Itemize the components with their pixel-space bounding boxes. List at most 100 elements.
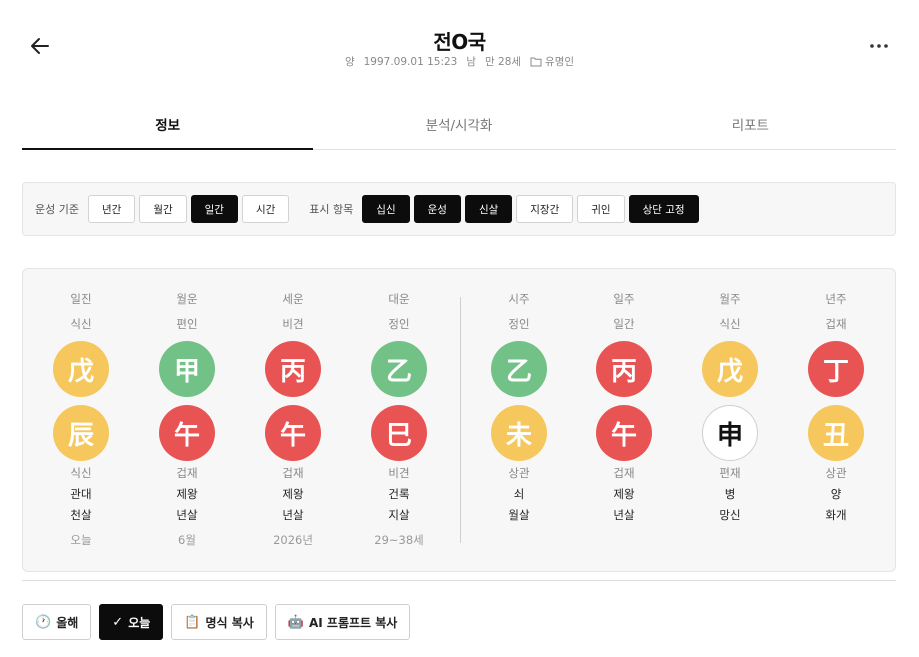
earthly-branch[interactable]: 巳 [371,405,427,461]
earthly-branch[interactable]: 午 [265,405,321,461]
basis-year-stem-button[interactable]: 년간 [87,195,136,223]
robot-icon: 🤖 [287,614,304,630]
column-label: 월운 [176,292,198,306]
today-label: 오늘 [128,615,151,630]
column-label: 일주 [613,292,635,306]
birth-datetime: 1997.09.01 15:23 [363,55,458,68]
basis-hour-stem-button[interactable]: 시간 [241,195,290,223]
display-hidden-stems-button[interactable]: 지장간 [516,195,574,223]
fortune-stage: 양 [830,487,842,501]
gender: 남 [466,56,477,68]
spirit-star: 년살 [176,508,198,522]
fortune-stage: 제왕 [176,487,198,501]
copy-ai-prompt-button[interactable]: 🤖 AI 프롬프트 복사 [274,604,411,640]
heavenly-stem[interactable]: 甲 [159,341,215,397]
this-year-label: 올해 [56,615,79,630]
tab-info[interactable]: 정보 [22,104,314,150]
earthly-branch[interactable]: 丑 [808,405,864,461]
earthly-branch[interactable]: 未 [491,405,547,461]
column-label: 월주 [719,292,741,306]
heavenly-stem[interactable]: 戊 [53,341,109,397]
earthly-branch-char: 午 [610,420,637,451]
this-year-button[interactable]: 🕐 올해 [22,604,92,640]
basis-label: 운성 기준 [35,203,79,216]
pin-top-button[interactable]: 상단 고정 [628,195,699,223]
today-button[interactable]: ✓ 오늘 [99,604,164,640]
more-options-button[interactable] [867,36,891,56]
earthly-branch[interactable]: 申 [702,405,758,461]
luck-period: 6월 [178,533,196,547]
earthly-branch-char: 午 [173,420,200,451]
page-title: 전O국 [433,30,486,54]
branch-ten-god: 상관 [825,466,847,480]
page-header: 전O국 양 1997.09.01 15:23 남 만 28세 유명인 [0,0,919,90]
branch-ten-god: 상관 [508,466,530,480]
spirit-star: 년살 [282,508,304,522]
earthly-branch-char: 午 [279,420,306,451]
basis-day-stem-button[interactable]: 일간 [190,195,238,223]
saju-chart-panel: 일진 식신 戊辰 식신 관대 천살 오늘 월운 편인 甲午 겁재 제왕 년살 6월 세운 비견 丙午 겁재 제왕 년살… [22,268,896,572]
stem-ten-god: 정인 [508,317,530,331]
tab-bar: 정보 분석/시각화 리포트 [22,104,896,150]
branch-ten-god: 식신 [70,466,92,480]
earthly-branch-char: 申 [716,420,743,451]
basis-month-stem-button[interactable]: 월간 [139,195,187,223]
fortune-stage: 제왕 [613,487,635,501]
stem-ten-god: 비견 [282,317,304,331]
heavenly-stem-char: 戊 [716,356,743,387]
branch-ten-god: 겁재 [176,466,198,480]
luck-period: 29~38세 [374,533,424,547]
luck-period: 오늘 [70,533,92,547]
spirit-star: 망신 [719,508,741,522]
column-label: 년주 [825,292,847,306]
heavenly-stem-char: 丙 [279,356,306,387]
earthly-branch-char: 未 [505,420,532,451]
heavenly-stem[interactable]: 乙 [371,341,427,397]
branch-ten-god: 겁재 [613,466,635,480]
earthly-branch[interactable]: 午 [159,405,215,461]
heavenly-stem-char: 乙 [385,356,412,387]
stem-ten-god: 편인 [176,317,198,331]
heavenly-stem[interactable]: 戊 [702,341,758,397]
earthly-branch[interactable]: 午 [596,405,652,461]
heavenly-stem[interactable]: 丙 [596,341,652,397]
heavenly-stem-char: 丁 [822,356,849,387]
earthly-branch[interactable]: 辰 [53,405,109,461]
display-spirits-button[interactable]: 신살 [464,195,513,223]
spirit-star: 화개 [825,508,847,522]
spirit-star: 월살 [508,508,530,522]
stem-ten-god: 식신 [719,317,741,331]
spirit-star: 지살 [388,508,410,522]
heavenly-stem[interactable]: 丁 [808,341,864,397]
heavenly-stem[interactable]: 乙 [491,341,547,397]
spirit-star: 천살 [70,508,92,522]
branch-ten-god: 겁재 [282,466,304,480]
heavenly-stem-char: 戊 [67,356,94,387]
more-horizontal-icon [870,44,888,48]
branch-ten-god: 편재 [719,466,741,480]
fortune-stage: 건록 [388,487,410,501]
earthly-branch-char: 巳 [385,420,412,451]
column-label: 시주 [508,292,530,306]
display-fortune-stage-button[interactable]: 운성 [413,195,461,223]
fortune-stage: 관대 [70,487,92,501]
display-label: 표시 항목 [309,203,354,216]
display-nobles-button[interactable]: 귀인 [577,195,625,223]
stem-ten-god: 식신 [70,317,92,331]
spirit-star: 년살 [613,508,635,522]
copy-ai-prompt-label: AI 프롬프트 복사 [309,615,398,630]
tab-analysis[interactable]: 분석/시각화 [313,104,604,149]
column-label: 일진 [70,292,92,306]
heavenly-stem-char: 丙 [610,356,637,387]
heavenly-stem[interactable]: 丙 [265,341,321,397]
stem-ten-god: 일간 [613,317,635,331]
tab-report[interactable]: 리포트 [605,104,896,149]
copy-chart-label: 명식 복사 [205,615,254,630]
age: 만 28세 [485,56,522,68]
chart-divider [460,297,461,543]
copy-chart-button[interactable]: 📋 명식 복사 [171,604,267,640]
display-ten-gods-button[interactable]: 십신 [362,195,410,223]
group-name: 유명인 [545,56,575,68]
check-icon: ✓ [112,614,124,630]
heavenly-stem-char: 甲 [173,356,200,387]
